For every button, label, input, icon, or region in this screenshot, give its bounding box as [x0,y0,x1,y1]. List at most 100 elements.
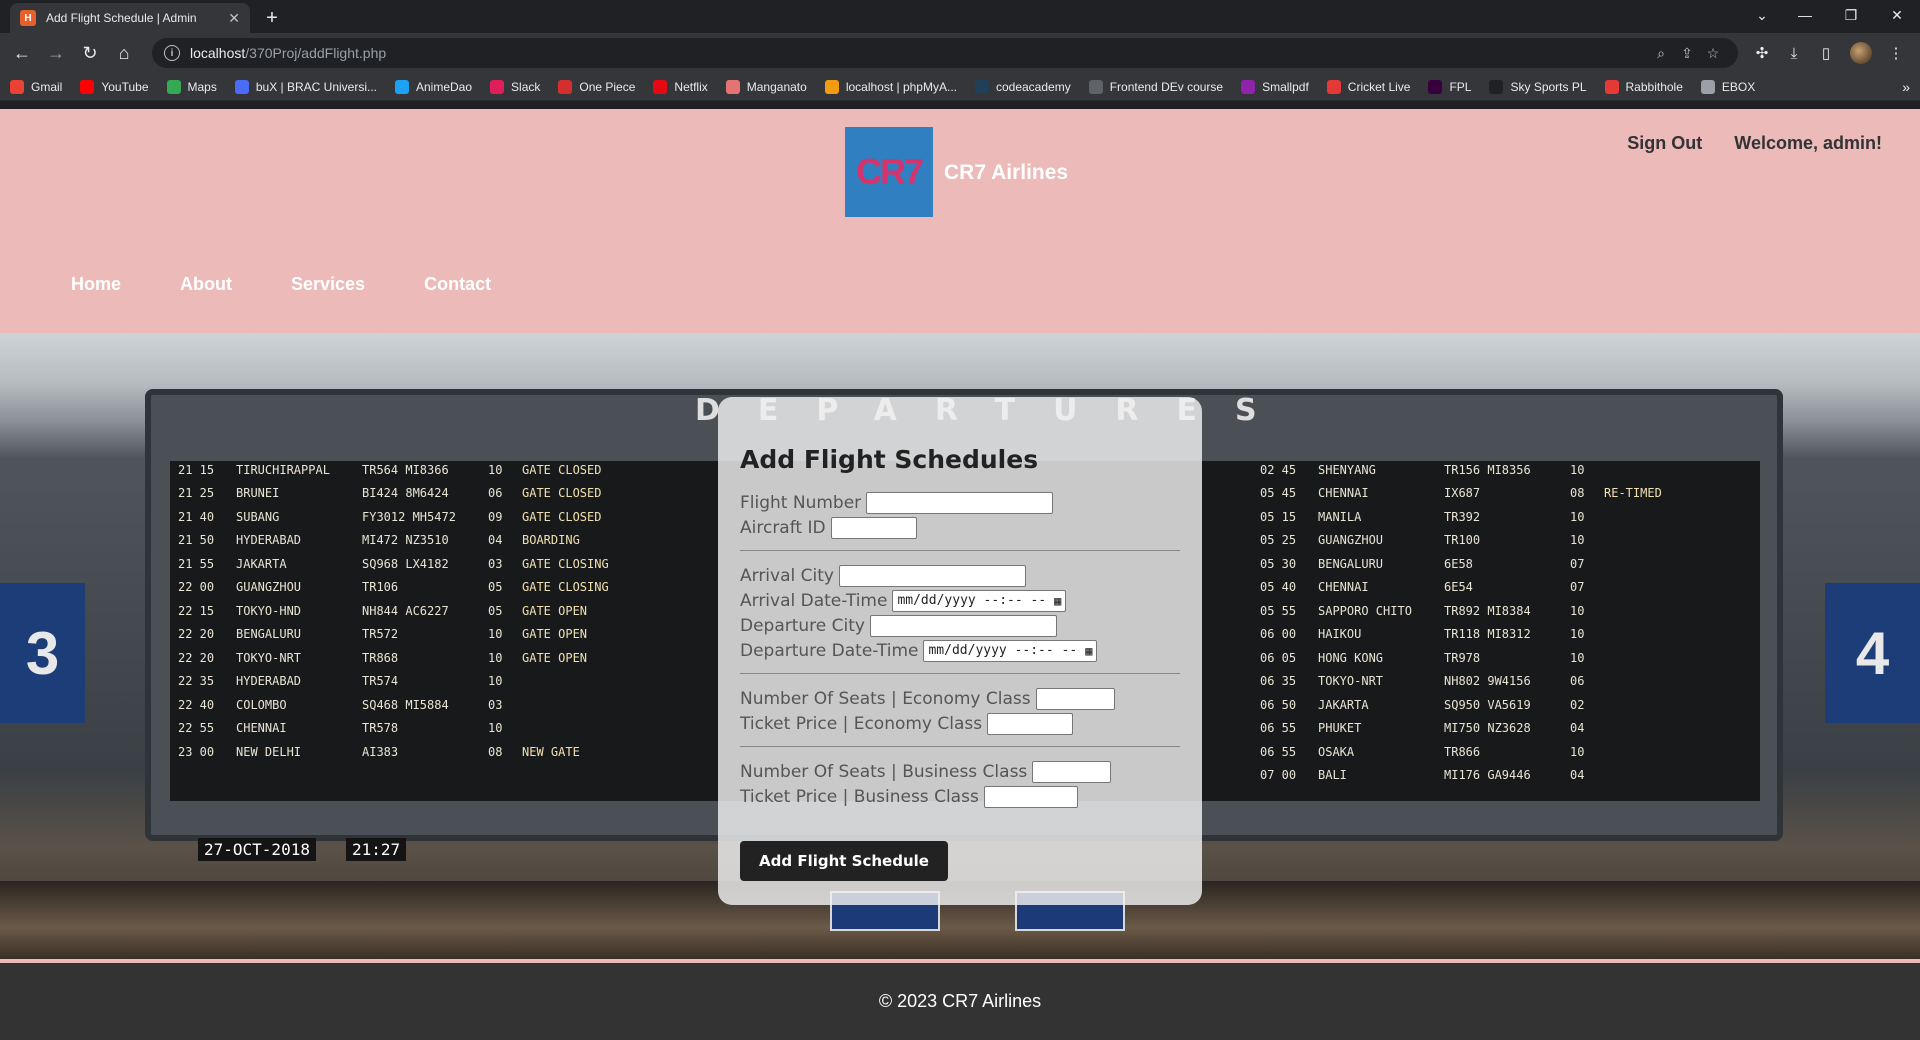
bookmark-item[interactable]: codeacademy [974,79,1071,94]
bookmark-label: Rabbithole [1625,79,1683,94]
address-bar[interactable]: i localhost /370Proj/addFlight.php ⌕ ⇪ ☆ [152,38,1738,68]
close-window-icon[interactable]: ✕ [1874,0,1920,30]
bookmark-label: FPL [1449,79,1472,94]
bookmark-item[interactable]: Cricket Live [1326,79,1410,94]
gate-sign-right: 4 [1825,583,1920,723]
home-icon[interactable]: ⌂ [110,39,138,67]
bookmark-item[interactable]: Smallpdf [1241,79,1309,94]
bookmark-favicon-icon [974,79,989,94]
nav-contact[interactable]: Contact [424,274,491,295]
arrival-city-input[interactable] [838,564,1026,587]
biz-seats-row: Number Of Seats | Business Class [740,759,1180,784]
divider [740,673,1180,674]
add-flight-schedule-button[interactable]: Add Flight Schedule [740,841,948,881]
board-remark-cell: GATE CLOSED [522,486,602,501]
arrival-datetime-label: Arrival Date-Time [740,590,888,611]
board-destination-cell: TIRUCHIRAPPAL [236,462,330,477]
bookmark-item[interactable]: Frontend DEv course [1088,79,1223,94]
bookmark-item[interactable]: Maps [166,79,217,94]
logo[interactable]: CR7 [845,127,933,217]
bookmark-favicon-icon [490,79,505,94]
bookmark-item[interactable]: Slack [490,79,540,94]
bookmark-item[interactable]: Rabbithole [1604,79,1683,94]
tab-search-icon[interactable]: ⌄ [1742,0,1782,30]
board-row-cell: 06 [488,486,503,501]
bookmark-item[interactable]: One Piece [558,79,636,94]
calendar-icon[interactable]: ▦ [1085,644,1092,658]
econ-price-input[interactable] [987,712,1074,735]
board-row-cell: 05 [488,580,503,595]
flight-number-input[interactable] [866,491,1054,514]
divider [740,550,1180,551]
flight-number-label: Flight Number [740,492,862,513]
bookmark-item[interactable]: localhost | phpMyA... [824,79,957,94]
board-flight-cell: NH802 9W4156 [1444,674,1531,689]
board-time-cell: 21 25 [178,486,215,501]
board-remark-cell: GATE OPEN [522,627,588,642]
browser-tab[interactable]: H Add Flight Schedule | Admin ✕ [10,3,250,33]
biz-seats-input[interactable] [1032,760,1112,783]
bookmark-item[interactable]: Gmail [10,79,62,94]
nav-home[interactable]: Home [71,274,121,295]
bookmark-item[interactable]: Netflix [653,79,708,94]
board-time-cell: 21 50 [178,533,215,548]
bookmark-label: One Piece [579,79,636,94]
more-bookmarks-icon[interactable]: » [1902,79,1910,95]
bookmark-item[interactable]: AnimeDao [395,79,472,94]
sign-out-link[interactable]: Sign Out [1627,133,1702,154]
bookmark-favicon-icon [1326,79,1341,94]
bookmark-star-icon[interactable]: ☆ [1700,45,1726,62]
extensions-icon[interactable]: ✣ [1746,44,1778,62]
bookmark-item[interactable]: FPL [1428,79,1472,94]
bookmark-item[interactable]: Sky Sports PL [1489,79,1587,94]
bookmark-item[interactable]: EBOX [1700,79,1755,94]
board-row: 23 00 NEW DELHI AI383 08 NEW GATE [178,743,698,761]
menu-kebab-icon[interactable]: ⋮ [1880,44,1912,62]
minimize-icon[interactable]: — [1782,0,1828,30]
downloads-icon[interactable]: ⤓ [1778,45,1810,62]
side-panel-icon[interactable]: ▯ [1810,44,1842,62]
forward-icon[interactable]: → [42,39,70,67]
board-flight-cell: SQ968 LX4182 [362,556,449,571]
aircraft-id-input[interactable] [830,516,917,539]
zoom-icon[interactable]: ⌕ [1648,45,1674,62]
board-row-cell: 08 [1570,486,1585,501]
calendar-icon[interactable]: ▦ [1054,594,1061,608]
reload-icon[interactable]: ↻ [76,39,104,67]
board-flight-cell: AI383 [362,744,399,759]
nav-services[interactable]: Services [291,274,365,295]
bookmark-item[interactable]: Manganato [725,79,807,94]
bookmark-favicon-icon [1489,79,1504,94]
bookmark-item[interactable]: buX | BRAC Universi... [234,79,377,94]
bookmark-label: buX | BRAC Universi... [255,79,377,94]
share-icon[interactable]: ⇪ [1674,45,1700,62]
site-info-icon[interactable]: i [164,45,180,61]
departure-city-input[interactable] [870,614,1057,637]
board-remark-cell: RE-TIMED [1604,486,1662,501]
back-icon[interactable]: ← [8,39,36,67]
board-row-cell: 04 [488,533,503,548]
bookmark-item[interactable]: YouTube [80,79,149,94]
nav-about[interactable]: About [180,274,232,295]
profile-avatar[interactable] [1850,42,1872,64]
departure-city-label: Departure City [740,615,865,636]
departure-datetime-input[interactable]: mm/dd/yyyy --:-- -- ▦ [923,639,1098,662]
board-row-cell: 10 [1570,533,1585,548]
bookmark-favicon-icon [80,79,95,94]
bookmark-label: Netflix [674,79,708,94]
board-flight-cell: NH844 AC6227 [362,603,449,618]
board-time-cell: 02 45 [1260,462,1297,477]
divider [740,746,1180,747]
board-time-cell: 06 50 [1260,697,1297,712]
bookmark-favicon-icon [1604,79,1619,94]
board-destination-cell: CHENNAI [236,721,287,736]
board-remark-cell: GATE CLOSING [522,556,609,571]
board-remark-cell: NEW GATE [522,744,580,759]
board-row: 21 40 SUBANG FY3012 MH5472 09 GATE CLOSED [178,508,698,526]
new-tab-icon[interactable]: + [258,4,286,32]
close-tab-icon[interactable]: ✕ [228,10,240,27]
biz-price-input[interactable] [983,785,1078,808]
restore-icon[interactable]: ❐ [1828,0,1874,30]
econ-seats-input[interactable] [1035,687,1115,710]
arrival-datetime-input[interactable]: mm/dd/yyyy --:-- -- ▦ [892,589,1067,612]
